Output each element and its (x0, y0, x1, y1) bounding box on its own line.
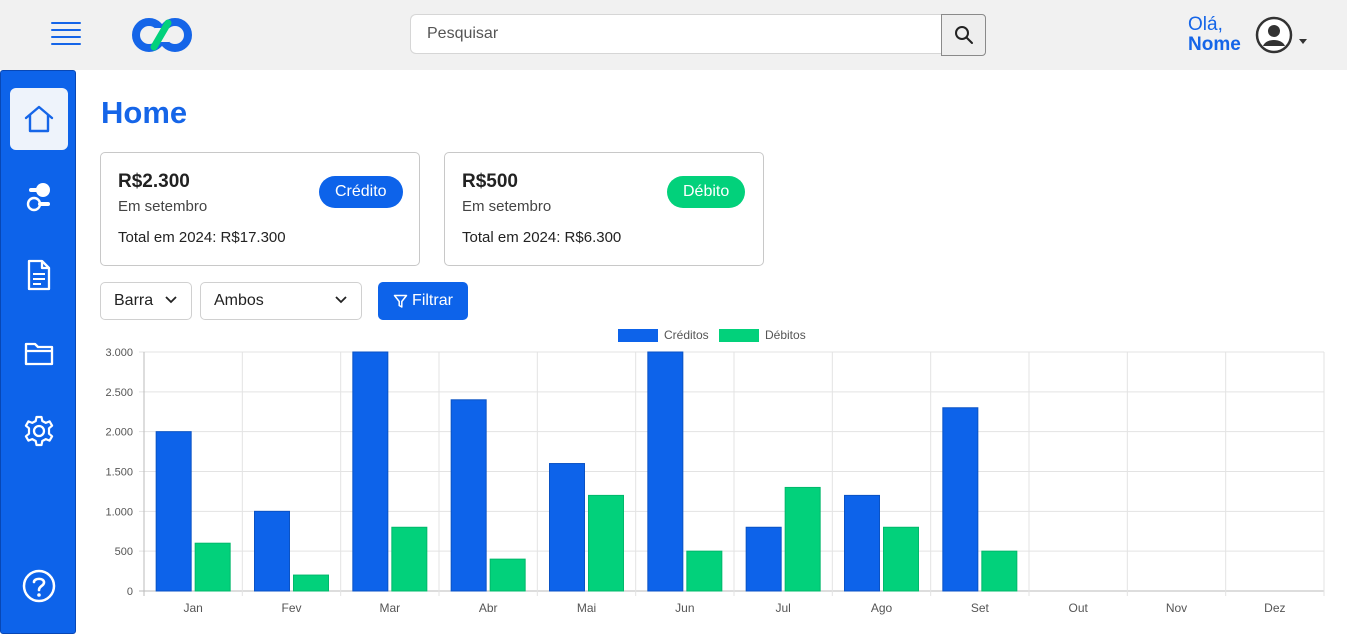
scope-value: Ambos (214, 292, 264, 309)
x-tick-label: Abr (479, 601, 498, 615)
filter-icon (393, 294, 408, 308)
legend-swatch (719, 329, 759, 342)
debit-total: Total em 2024: R$6.300 (462, 229, 622, 246)
user-name: Nome (1188, 34, 1241, 55)
sidebar (0, 70, 76, 634)
x-tick-label: Out (1068, 601, 1088, 615)
filter-button-label: Filtrar (412, 292, 453, 309)
page-title: Home (101, 95, 188, 130)
sidebar-item-transactions[interactable] (10, 166, 68, 228)
sidebar-item-help[interactable] (10, 555, 68, 617)
y-tick-label: 0 (127, 586, 133, 598)
search-icon (954, 26, 973, 44)
toggle-nodes-icon (26, 183, 50, 212)
x-tick-label: Mar (379, 601, 400, 615)
x-tick-label: Fev (281, 601, 301, 615)
bar-créditos (844, 494, 880, 592)
chart-type-value: Barra (114, 292, 154, 309)
search-bar (410, 14, 986, 56)
debit-summary-card: R$500 Em setembro Total em 2024: R$6.300… (444, 152, 764, 266)
y-tick-label: 1.500 (105, 467, 133, 479)
debit-amount: R$500 (462, 171, 518, 192)
x-tick-label: Mai (577, 601, 596, 615)
bar-débitos (391, 526, 428, 592)
y-tick-label: 500 (115, 546, 133, 558)
credit-summary-card: R$2.300 Em setembro Total em 2024: R$17.… (100, 152, 420, 266)
bar-créditos (647, 351, 684, 592)
credit-total: Total em 2024: R$17.300 (118, 229, 286, 246)
bar-débitos (489, 558, 526, 592)
y-tick-label: 1.000 (105, 506, 133, 518)
legend-label: Débitos (765, 328, 806, 342)
legend-label: Créditos (664, 328, 709, 342)
bar-créditos (549, 463, 585, 592)
debit-badge: Débito (667, 176, 746, 208)
x-tick-label: Dez (1264, 601, 1285, 615)
chart-type-select[interactable]: Barra (100, 282, 192, 320)
bar-créditos (254, 510, 290, 592)
bar-débitos (588, 494, 624, 592)
bar-chart: 0 500 1.000 1.500 2.000 2.500 3.000 Jan Fev Mar Ab… (105, 328, 1325, 615)
bar-créditos (352, 351, 389, 592)
sidebar-item-files[interactable] (10, 322, 68, 384)
credit-period: Em setembro (118, 198, 208, 215)
bar-créditos (450, 399, 487, 592)
gear-icon (24, 415, 54, 447)
bar-créditos (942, 407, 979, 592)
x-tick-label: Jan (183, 601, 202, 615)
sidebar-item-settings[interactable] (10, 400, 68, 462)
bar-débitos (686, 550, 723, 592)
bar-créditos (745, 526, 782, 592)
chevron-down-icon (165, 296, 177, 304)
app-logo (132, 18, 192, 52)
filter-button[interactable]: Filtrar (378, 282, 468, 320)
sidebar-item-reports[interactable] (10, 244, 68, 306)
sidebar-item-home[interactable] (10, 88, 68, 150)
home-icon (24, 105, 54, 133)
chevron-down-icon (335, 296, 347, 304)
document-icon (27, 259, 51, 291)
top-bar: Olá, Nome (0, 0, 1347, 70)
x-tick-label: Jul (775, 601, 790, 615)
bar-débitos (981, 550, 1018, 592)
x-tick-label: Ago (871, 601, 893, 615)
credit-amount: R$2.300 (118, 171, 190, 192)
y-tick-label: 2.000 (105, 427, 133, 439)
hamburger-menu-icon[interactable] (51, 22, 81, 48)
bar-débitos (194, 542, 231, 592)
y-tick-label: 2.500 (105, 387, 133, 399)
debit-period: Em setembro (462, 198, 552, 215)
x-tick-label: Jun (675, 601, 694, 615)
search-button[interactable] (941, 14, 986, 56)
scope-select[interactable]: Ambos (200, 282, 362, 320)
legend-swatch (618, 329, 658, 342)
credit-badge: Crédito (319, 176, 403, 208)
x-tick-label: Nov (1166, 601, 1187, 615)
y-tick-label: 3.000 (105, 347, 133, 359)
x-tick-label: Set (971, 601, 990, 615)
search-input[interactable] (410, 14, 942, 54)
folder-icon (24, 342, 54, 366)
bar-débitos (784, 486, 821, 592)
bar-débitos (883, 526, 919, 592)
user-menu-caret-icon[interactable] (1299, 39, 1307, 44)
user-greeting: Olá, Nome (1188, 15, 1241, 55)
help-icon (22, 569, 56, 603)
bar-débitos (293, 574, 329, 592)
bar-créditos (155, 431, 192, 592)
greeting-text: Olá, (1188, 14, 1223, 35)
user-avatar-icon[interactable] (1255, 16, 1293, 54)
